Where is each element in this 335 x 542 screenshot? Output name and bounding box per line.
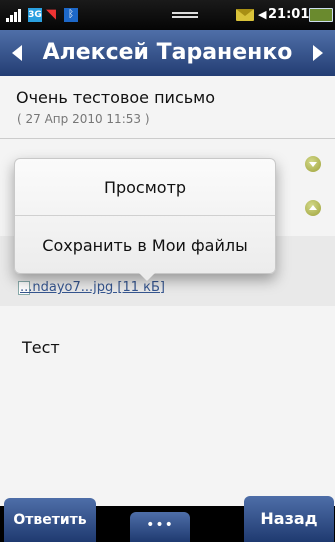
- expand-icon[interactable]: [305, 156, 321, 172]
- menu-item-save-to-files[interactable]: Сохранить в Мои файлы: [15, 217, 275, 274]
- divider: [0, 138, 335, 139]
- bluetooth-icon: ᛒ: [64, 8, 78, 22]
- status-bar: 3G ◥ ᛒ ◀ 21:01: [0, 0, 335, 30]
- collapse-icon[interactable]: [305, 200, 321, 216]
- message-subject: Очень тестовое письмо: [16, 88, 216, 107]
- context-menu: Просмотр Сохранить в Мои файлы: [14, 158, 276, 281]
- message-view: Очень тестовое письмо ( 27 Апр 2010 11:5…: [0, 76, 335, 506]
- back-button[interactable]: Назад: [244, 496, 334, 542]
- more-button[interactable]: •••: [130, 512, 190, 542]
- attachment-link[interactable]: ...ndayo7...jpg [11 кБ]: [20, 280, 165, 295]
- mail-icon: [236, 9, 254, 21]
- header: Алексей Тараненко: [0, 30, 335, 76]
- menu-indicator-icon[interactable]: [172, 12, 198, 18]
- reply-button[interactable]: Ответить: [4, 498, 96, 542]
- sender-title: Алексей Тараненко: [42, 40, 293, 65]
- 3g-icon: 3G: [28, 8, 42, 22]
- bottom-bar: Ответить ••• Назад: [0, 496, 335, 542]
- menu-item-view[interactable]: Просмотр: [15, 159, 275, 216]
- message-body: Тест: [22, 338, 60, 357]
- previous-message-icon[interactable]: [12, 45, 22, 61]
- speaker-icon: ◀: [258, 8, 267, 21]
- battery-icon: [309, 8, 333, 22]
- external-memory-icon: ◥: [46, 7, 56, 22]
- message-date: ( 27 Апр 2010 11:53 ): [17, 112, 150, 126]
- signal-icon: [6, 8, 26, 22]
- next-message-icon[interactable]: [313, 45, 323, 61]
- clock: 21:01: [268, 7, 310, 22]
